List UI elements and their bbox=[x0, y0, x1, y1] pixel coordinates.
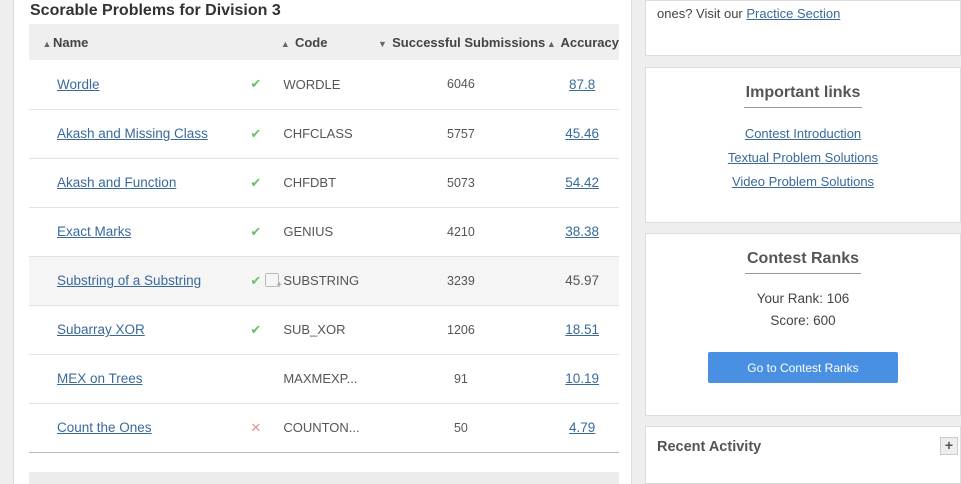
check-icon: ✔ bbox=[250, 125, 262, 141]
table-footer-bar bbox=[29, 472, 619, 484]
check-icon: ✔ bbox=[250, 174, 262, 190]
table-header-row: ▲ Name ▲ Code ▼ Successful Submissions ▲ … bbox=[29, 24, 619, 60]
column-header-code[interactable]: ▲ Code bbox=[279, 24, 376, 60]
column-header-name[interactable]: ▲ Name bbox=[29, 24, 219, 60]
problem-code: MAXMEXP... bbox=[283, 371, 358, 386]
accuracy-link[interactable]: 4.79 bbox=[569, 420, 595, 435]
column-header-subs[interactable]: ▼ Successful Submissions bbox=[377, 24, 546, 60]
contest-introduction-link[interactable]: Contest Introduction bbox=[745, 126, 861, 141]
problem-code: CHFCLASS bbox=[283, 126, 353, 141]
accuracy-link[interactable]: 87.8 bbox=[569, 77, 595, 92]
check-icon: ✔ bbox=[250, 321, 262, 337]
table-row: Wordle ✔ WORDLE 6046 87.8 bbox=[29, 60, 619, 109]
contest-ranks-card: Contest Ranks Your Rank: 106 Score: 600 … bbox=[645, 233, 961, 416]
successful-submissions: 6046 bbox=[447, 77, 475, 92]
problem-code: SUB_XOR bbox=[283, 322, 346, 337]
check-icon: ✔ bbox=[250, 76, 262, 92]
problem-link[interactable]: Akash and Missing Class bbox=[57, 126, 208, 141]
important-links-card: Important links Contest Introduction Tex… bbox=[645, 67, 961, 223]
successful-submissions: 5073 bbox=[447, 175, 475, 190]
sort-desc-icon[interactable]: ▼ bbox=[377, 39, 389, 49]
table-row: Exact Marks ✔ GENIUS 4210 38.38 bbox=[29, 207, 619, 256]
video-solutions-link[interactable]: Video Problem Solutions bbox=[732, 174, 874, 189]
accuracy-link[interactable]: 54.42 bbox=[565, 175, 599, 190]
problems-table: ▲ Name ▲ Code ▼ Successful Submissions ▲ … bbox=[29, 24, 619, 453]
practice-section-link[interactable]: Practice Section bbox=[746, 6, 840, 21]
table-row: Akash and Function ✔ CHFDBT 5073 54.42 bbox=[29, 158, 619, 207]
sort-icon[interactable]: ▲ bbox=[545, 39, 557, 49]
problem-link[interactable]: Exact Marks bbox=[57, 224, 131, 239]
problem-link[interactable]: Wordle bbox=[57, 77, 100, 92]
table-row: Count the Ones ✕ COUNTON... 50 4.79 bbox=[29, 403, 619, 452]
successful-submissions: 4210 bbox=[447, 224, 475, 239]
check-icon: ✔ bbox=[250, 272, 262, 288]
textual-solutions-link[interactable]: Textual Problem Solutions bbox=[728, 150, 878, 165]
cross-icon: ✕ bbox=[250, 419, 262, 435]
successful-submissions: 91 bbox=[453, 371, 468, 386]
table-row: Akash and Missing Class ✔ CHFCLASS 5757 … bbox=[29, 109, 619, 158]
recent-activity-title: Recent Activity bbox=[657, 439, 762, 455]
practice-text: ones? Visit our bbox=[657, 6, 747, 21]
section-title: Scorable Problems for Division 3 bbox=[30, 2, 281, 19]
problem-code: CHFDBT bbox=[283, 175, 337, 190]
accuracy-link[interactable]: 38.38 bbox=[565, 224, 599, 239]
go-to-contest-ranks-button[interactable]: Go to Contest Ranks bbox=[708, 352, 898, 383]
problems-panel: Scorable Problems for Division 3 ▲ Name ▲… bbox=[13, 0, 632, 484]
add-to-list-icon[interactable] bbox=[265, 272, 282, 291]
problem-link[interactable]: Count the Ones bbox=[57, 420, 152, 435]
recent-activity-card: Recent Activity + bbox=[645, 426, 961, 484]
accuracy-value: 45.97 bbox=[565, 273, 600, 288]
problem-link[interactable]: Substring of a Substring bbox=[57, 273, 201, 288]
contest-ranks-title: Contest Ranks bbox=[744, 250, 862, 274]
problem-code: COUNTON... bbox=[283, 420, 360, 435]
column-header-accuracy[interactable]: ▲ Accuracy bbox=[545, 24, 619, 60]
important-links-list: Contest Introduction Textual Problem Sol… bbox=[646, 122, 960, 194]
accuracy-link[interactable]: 10.19 bbox=[565, 371, 599, 386]
accuracy-link[interactable]: 18.51 bbox=[565, 322, 599, 337]
table-row: MEX on Trees MAXMEXP... 91 10.19 bbox=[29, 354, 619, 403]
problem-link[interactable]: Akash and Function bbox=[57, 175, 176, 190]
sort-icon[interactable]: ▲ bbox=[41, 39, 53, 49]
practice-card: ones? Visit our Practice Section bbox=[645, 0, 961, 56]
sort-icon[interactable]: ▲ bbox=[279, 39, 291, 49]
successful-submissions: 1206 bbox=[447, 322, 475, 337]
problem-link[interactable]: MEX on Trees bbox=[57, 371, 143, 386]
problem-code: GENIUS bbox=[283, 224, 334, 239]
successful-submissions: 3239 bbox=[447, 273, 475, 288]
accuracy-link[interactable]: 45.46 bbox=[565, 126, 599, 141]
score: Score: 600 bbox=[770, 313, 836, 328]
successful-submissions: 5757 bbox=[447, 126, 475, 141]
successful-submissions: 50 bbox=[453, 420, 468, 435]
your-rank: Your Rank: 106 bbox=[756, 291, 850, 306]
important-links-title: Important links bbox=[743, 84, 863, 108]
table-row: Substring of a Substring ✔ SUBSTRING 323… bbox=[29, 256, 619, 305]
expand-plus-icon[interactable]: + bbox=[940, 437, 958, 455]
problem-link[interactable]: Subarray XOR bbox=[57, 322, 145, 337]
table-row: Subarray XOR ✔ SUB_XOR 1206 18.51 bbox=[29, 305, 619, 354]
rank-info: Your Rank: 106 Score: 600 bbox=[646, 288, 960, 332]
problem-code: WORDLE bbox=[283, 76, 341, 92]
check-icon: ✔ bbox=[250, 223, 262, 239]
problem-code: SUBSTRING bbox=[283, 273, 360, 288]
